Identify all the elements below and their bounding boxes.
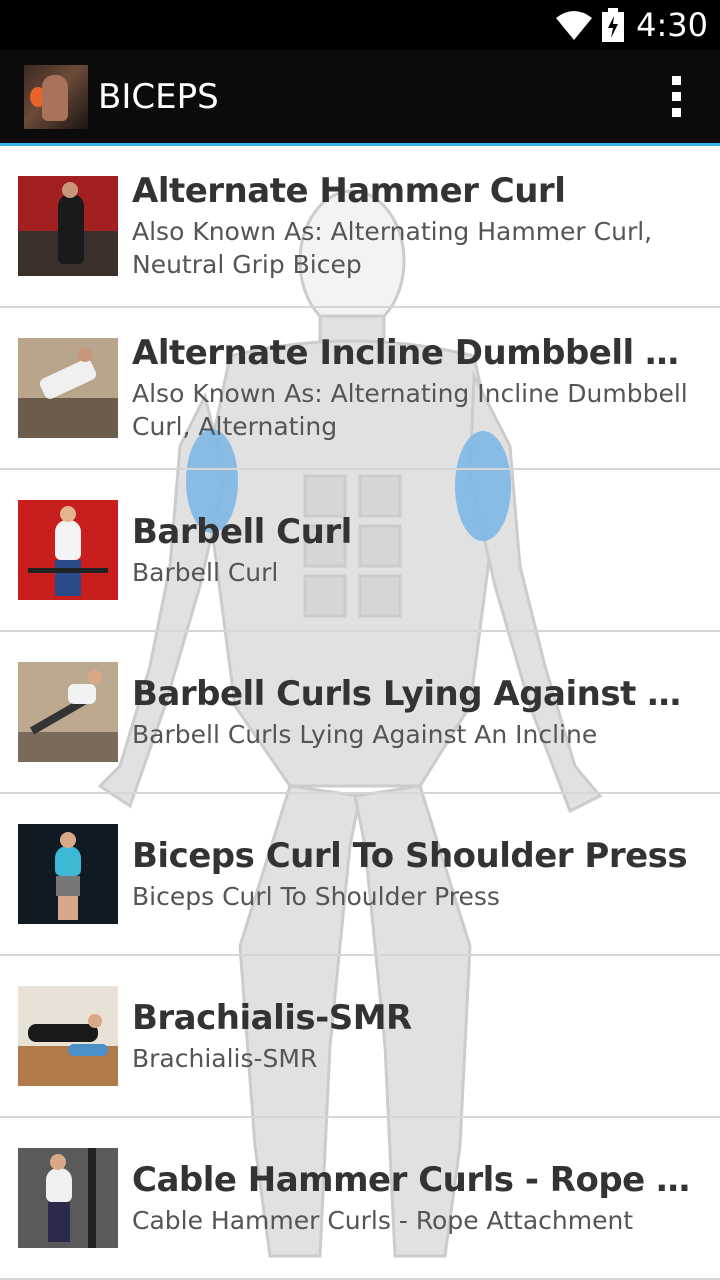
exercise-name: Brachialis-SMR [132,997,412,1038]
battery-charging-icon [602,8,625,42]
page-title: BICEPS [98,76,219,117]
exercise-thumbnail [18,1148,118,1248]
app-logo-icon[interactable] [24,64,88,129]
exercise-name: Biceps Curl To Shoulder Press [132,835,688,876]
action-bar: BICEPS [0,50,720,146]
exercise-name: Cable Hammer Curls - Rope Attac... [132,1159,702,1200]
exercise-name: Alternate Hammer Curl [132,171,566,211]
exercise-thumbnail [18,824,118,924]
exercise-aka: Cable Hammer Curls - Rope Attachment [132,1205,634,1235]
exercise-thumbnail [18,662,118,762]
overflow-menu-icon[interactable] [646,50,706,143]
list-item[interactable]: Biceps Curl To Shoulder Press Biceps Cur… [0,794,720,956]
exercise-thumbnail [18,176,118,276]
exercise-aka: Barbell Curl [132,557,279,587]
exercise-name: Barbell Curl [132,511,352,552]
exercise-name: Barbell Curls Lying Against An In... [132,673,702,714]
exercise-name: Alternate Incline Dumbbell Curl [132,333,702,373]
list-item[interactable]: Cable Hammer Curls - Rope Attac... Cable… [0,1118,720,1280]
list-item[interactable]: Barbell Curl Barbell Curl [0,470,720,632]
exercise-thumbnail [18,986,118,1086]
list-item[interactable]: Brachialis-SMR Brachialis-SMR [0,956,720,1118]
exercise-aka: Barbell Curls Lying Against An Incline [132,719,598,749]
wifi-icon [556,11,593,40]
exercise-thumbnail [18,500,118,600]
exercise-aka: Biceps Curl To Shoulder Press [132,881,500,911]
exercise-aka: Also Known As: Alternating Hammer Curl, … [132,217,653,279]
exercise-thumbnail [18,338,118,438]
exercise-list: Alternate Hammer Curl Also Known As: Alt… [0,146,720,1280]
exercise-aka: Also Known As: Alternating Incline Dumbb… [132,379,688,441]
clock: 4:30 [636,6,708,44]
exercise-aka: Brachialis-SMR [132,1043,318,1073]
list-item[interactable]: Alternate Incline Dumbbell Curl Also Kno… [0,308,720,470]
list-item[interactable]: Alternate Hammer Curl Also Known As: Alt… [0,146,720,308]
status-bar: 4:30 [0,0,720,50]
list-item[interactable]: Barbell Curls Lying Against An In... Bar… [0,632,720,794]
